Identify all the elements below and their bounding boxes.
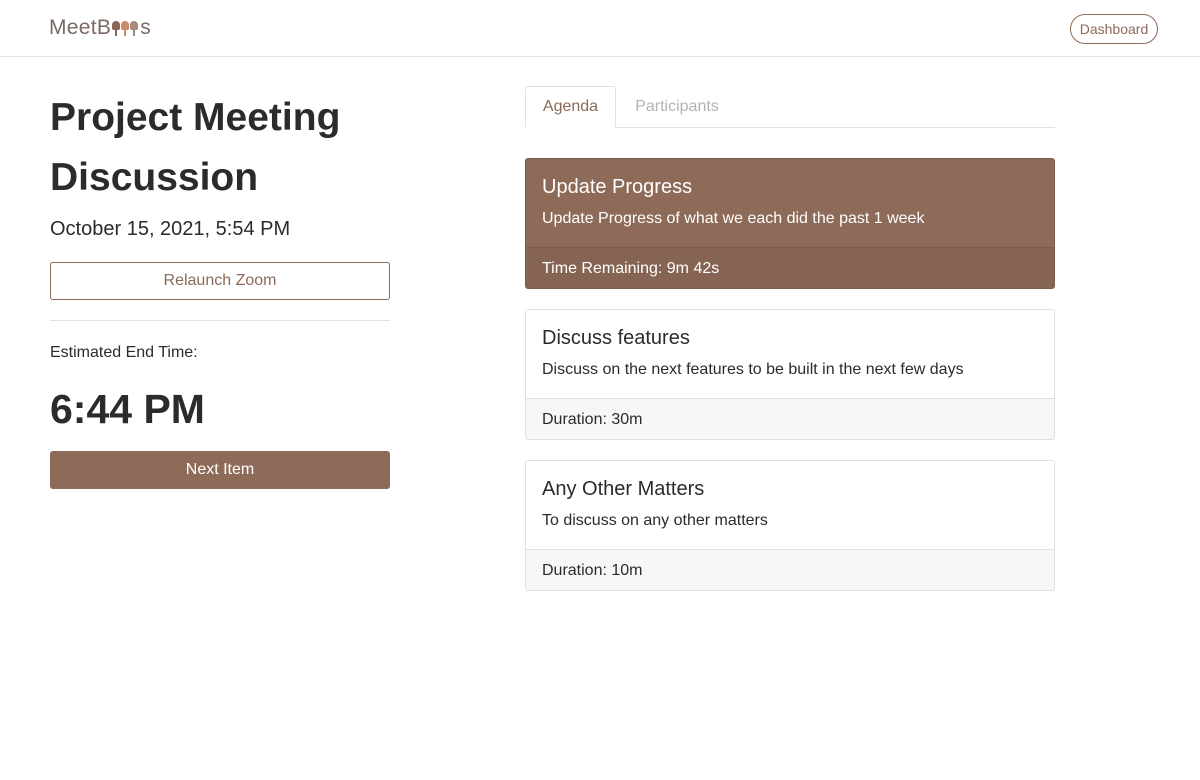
estimated-end-label: Estimated End Time: (50, 344, 198, 361)
bell-icon (112, 20, 121, 36)
next-item-button[interactable]: Next Item (50, 451, 390, 489)
agenda-item-description: Update Progress of what we each did the … (542, 210, 925, 227)
tab-participants[interactable]: Participants (616, 86, 738, 128)
dashboard-button[interactable]: Dashboard (1070, 14, 1158, 44)
agenda-item-title: Discuss features (542, 327, 690, 349)
app-logo[interactable]: MeetB s (49, 15, 151, 41)
agenda-item-title: Any Other Matters (542, 478, 705, 500)
agenda-item-duration: Duration: 10m (526, 550, 1054, 590)
meeting-title: Project Meeting Discussion (50, 96, 341, 199)
agenda-item-body: Discuss features Discuss on the next fea… (526, 310, 1054, 399)
top-navbar: MeetB s Dashboard (0, 0, 1200, 57)
logo-text-suffix: s (140, 16, 152, 39)
bell-icon (130, 20, 139, 36)
agenda-item[interactable]: Discuss features Discuss on the next fea… (525, 309, 1055, 440)
agenda-item-duration: Duration: 30m (526, 399, 1054, 439)
logo-text-prefix: MeetB (49, 16, 112, 39)
agenda-item[interactable]: Any Other Matters To discuss on any othe… (525, 460, 1055, 591)
agenda-item-title: Update Progress (542, 176, 693, 198)
agenda-item-time-remaining: Time Remaining: 9m 42s (526, 248, 1054, 288)
agenda-item-description: To discuss on any other matters (542, 512, 768, 529)
bell-icons (112, 20, 139, 36)
meeting-datetime: October 15, 2021, 5:54 PM (50, 218, 291, 240)
estimated-end-time: 6:44 PM (50, 386, 205, 432)
tab-agenda[interactable]: Agenda (525, 86, 616, 128)
agenda-item-current[interactable]: Update Progress Update Progress of what … (525, 158, 1055, 289)
agenda-item-body: Update Progress Update Progress of what … (526, 159, 1054, 248)
agenda-item-body: Any Other Matters To discuss on any othe… (526, 461, 1054, 550)
tab-bar: Agenda Participants (525, 86, 1055, 128)
agenda-item-description: Discuss on the next features to be built… (542, 361, 964, 378)
relaunch-zoom-button[interactable]: Relaunch Zoom (50, 262, 390, 300)
divider (50, 320, 390, 321)
bell-icon (121, 20, 130, 36)
